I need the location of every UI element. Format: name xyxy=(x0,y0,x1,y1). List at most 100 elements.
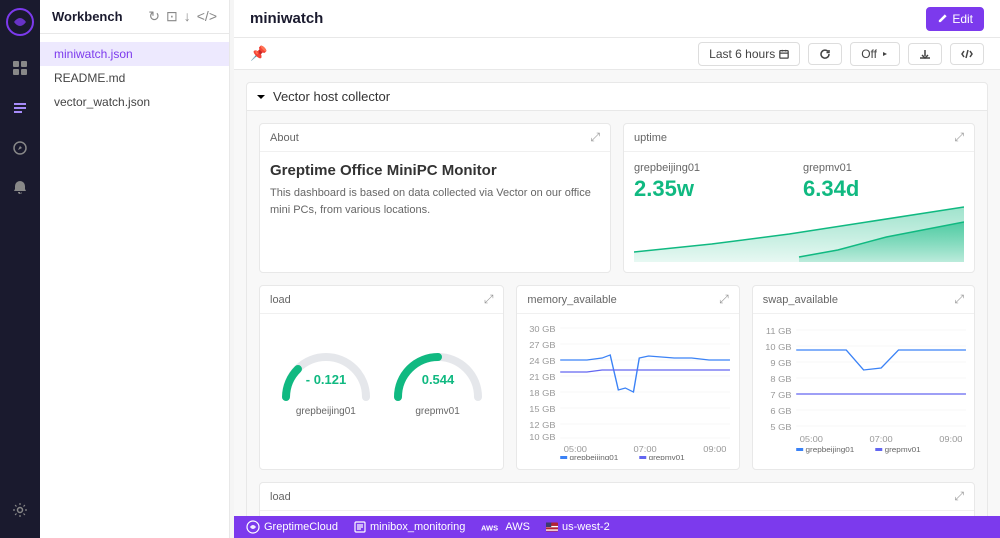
nav-alerts[interactable] xyxy=(8,176,32,200)
load-gauge-panel: load ⤢ xyxy=(259,285,504,470)
svg-text:10 GB: 10 GB xyxy=(765,343,792,352)
nav-explore[interactable] xyxy=(8,136,32,160)
panels-row-1: About ⤢ Greptime Office MiniPC Monitor T… xyxy=(259,123,975,273)
chevron-down-icon xyxy=(255,91,267,103)
load-chart-title: load xyxy=(270,491,291,503)
statusbar-instance: minibox_monitoring xyxy=(354,521,465,533)
main-content: miniwatch Edit 📌 Last 6 hours Off xyxy=(234,0,1000,538)
section-header[interactable]: Vector host collector xyxy=(246,82,988,111)
uptime-value-1: 6.34d xyxy=(803,176,964,202)
auto-refresh-button[interactable]: Off xyxy=(850,42,900,66)
svg-text:0.544: 0.544 xyxy=(421,372,454,387)
svg-text:15 GB: 15 GB xyxy=(530,405,557,414)
uptime-panel: uptime ⤢ grepbeijing01 2.35w grepmv01 xyxy=(623,123,975,273)
topbar-controls: Edit xyxy=(926,7,984,31)
memory-panel-title: memory_available xyxy=(527,294,616,306)
svg-text:05:00: 05:00 xyxy=(564,445,587,454)
nav-settings[interactable] xyxy=(8,498,32,522)
svg-text:8 GB: 8 GB xyxy=(770,375,791,384)
edit-button[interactable]: Edit xyxy=(926,7,984,31)
memory-panel-body: 30 GB 27 GB 24 GB 21 GB 18 GB 15 GB 12 G… xyxy=(517,314,738,469)
swap-chart: 11 GB 10 GB 9 GB 8 GB 7 GB 6 GB 5 GB xyxy=(759,320,968,460)
app-logo xyxy=(6,8,34,36)
uptime-value-0: 2.35w xyxy=(634,176,795,202)
svg-text:07:00: 07:00 xyxy=(869,435,892,444)
svg-text:27 GB: 27 GB xyxy=(530,341,557,350)
load-gauge-header: load ⤢ xyxy=(260,286,503,314)
sidebar-file-vectorwatch[interactable]: vector_watch.json xyxy=(40,90,229,114)
memory-chart: 30 GB 27 GB 24 GB 21 GB 18 GB 15 GB 12 G… xyxy=(523,320,732,460)
code-button[interactable] xyxy=(950,43,984,65)
uptime-item-0: grepbeijing01 2.35w xyxy=(634,162,795,202)
svg-text:9 GB: 9 GB xyxy=(770,359,791,368)
svg-text:18 GB: 18 GB xyxy=(530,389,557,398)
swap-expand-icon[interactable]: ⤢ xyxy=(954,292,964,307)
sidebar-files: miniwatch.json README.md vector_watch.js… xyxy=(40,34,229,122)
about-panel-header: About ⤢ xyxy=(260,124,610,152)
nav-dashboard[interactable] xyxy=(8,56,32,80)
gauge-1: 0.544 grepmv01 xyxy=(383,332,493,417)
statusbar-brand: GreptimeCloud xyxy=(246,520,338,534)
svg-text:AWS: AWS xyxy=(481,523,498,532)
gauge-svg-1: 0.544 xyxy=(383,332,493,402)
about-description: This dashboard is based on data collecte… xyxy=(270,185,600,218)
uptime-item-1: grepmv01 6.34d xyxy=(803,162,964,202)
about-panel-title: About xyxy=(270,132,299,144)
svg-text:7 GB: 7 GB xyxy=(770,391,791,400)
uptime-panel-header: uptime ⤢ xyxy=(624,124,974,152)
sidebar-save-icon[interactable]: ⊡ xyxy=(166,8,178,25)
statusbar-region: us-west-2 xyxy=(546,521,610,533)
svg-text:05:00: 05:00 xyxy=(799,435,822,444)
sidebar-code-icon[interactable]: </> xyxy=(197,8,217,25)
about-panel-body: Greptime Office MiniPC Monitor This dash… xyxy=(260,152,610,228)
load-chart-expand-icon[interactable]: ⤢ xyxy=(954,489,964,504)
section-content: About ⤢ Greptime Office MiniPC Monitor T… xyxy=(246,111,988,516)
gauges-row: - 0.121 grepbeijing01 xyxy=(270,324,493,425)
sidebar-actions: ↻ ⊡ ↓ </> xyxy=(148,8,217,25)
panels-row-3: load ⤢ 10 8 6 4 2 xyxy=(259,482,975,516)
about-expand-icon[interactable]: ⤢ xyxy=(590,130,600,145)
load-gauge-body: - 0.121 grepbeijing01 xyxy=(260,314,503,435)
pin-icon[interactable]: 📌 xyxy=(250,45,267,62)
subtoolbar: 📌 Last 6 hours Off xyxy=(234,38,1000,70)
svg-text:24 GB: 24 GB xyxy=(530,357,557,366)
svg-text:- 0.121: - 0.121 xyxy=(306,372,346,387)
gauge-label-0: grepbeijing01 xyxy=(296,406,356,417)
sidebar-download-icon[interactable]: ↓ xyxy=(184,8,191,25)
svg-text:10 GB: 10 GB xyxy=(530,433,557,442)
about-heading: Greptime Office MiniPC Monitor xyxy=(270,162,600,179)
swap-panel-title: swap_available xyxy=(763,294,838,306)
sidebar-file-miniwatch[interactable]: miniwatch.json xyxy=(40,42,229,66)
sidebar-refresh-icon[interactable]: ↻ xyxy=(148,8,160,25)
svg-text:09:00: 09:00 xyxy=(939,435,962,444)
gauge-svg-0: - 0.121 xyxy=(271,332,381,402)
uptime-host-0: grepbeijing01 xyxy=(634,162,795,174)
statusbar: GreptimeCloud minibox_monitoring AWS AWS… xyxy=(234,516,1000,538)
memory-expand-icon[interactable]: ⤢ xyxy=(719,292,729,307)
gauge-0: - 0.121 grepbeijing01 xyxy=(271,332,381,417)
sidebar-file-readme[interactable]: README.md xyxy=(40,66,229,90)
uptime-grid: grepbeijing01 2.35w grepmv01 6.34d xyxy=(634,162,964,202)
nav-workbench[interactable] xyxy=(8,96,32,120)
swap-panel-body: 11 GB 10 GB 9 GB 8 GB 7 GB 6 GB 5 GB xyxy=(753,314,974,469)
refresh-button[interactable] xyxy=(808,43,842,65)
greptime-logo xyxy=(246,520,260,534)
icon-bar xyxy=(0,0,40,538)
load-gauge-expand-icon[interactable]: ⤢ xyxy=(484,292,494,307)
sidebar-header: Workbench ↻ ⊡ ↓ </> xyxy=(40,0,229,34)
sidebar-title: Workbench xyxy=(52,9,123,24)
uptime-expand-icon[interactable]: ⤢ xyxy=(954,130,964,145)
svg-text:07:00: 07:00 xyxy=(634,445,657,454)
load-chart-panel: load ⤢ 10 8 6 4 2 xyxy=(259,482,975,516)
download-button[interactable] xyxy=(908,43,942,65)
svg-text:30 GB: 30 GB xyxy=(530,325,557,334)
uptime-panel-title: uptime xyxy=(634,132,667,144)
svg-text:grepbeijing01: grepbeijing01 xyxy=(570,454,619,460)
svg-text:grepmv01: grepmv01 xyxy=(649,454,685,460)
svg-text:grepbeijing01: grepbeijing01 xyxy=(805,446,854,454)
uptime-chart xyxy=(634,202,964,262)
svg-text:5 GB: 5 GB xyxy=(770,423,791,432)
time-range-button[interactable]: Last 6 hours xyxy=(698,42,800,66)
svg-text:09:00: 09:00 xyxy=(704,445,727,454)
dashboard: Vector host collector About ⤢ Greptime O… xyxy=(234,70,1000,516)
